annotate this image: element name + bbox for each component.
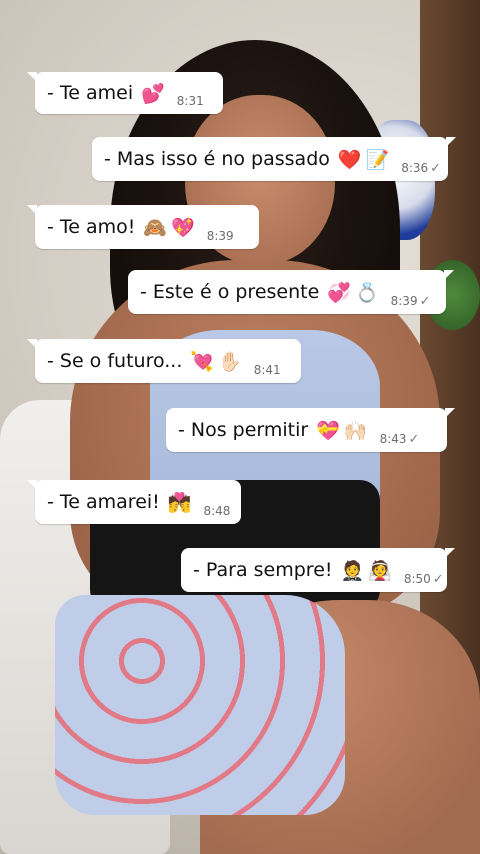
message-text: - Te amarei! bbox=[47, 491, 160, 513]
message-bubble-incoming[interactable]: - Se o futuro... 💘✋🏻 8:41 bbox=[27, 339, 301, 383]
message-text: - Nos permitir bbox=[178, 419, 309, 441]
message-text: - Este é o presente bbox=[140, 281, 320, 303]
message-time: 8:41 bbox=[253, 363, 281, 377]
check-icon: ✓ bbox=[432, 572, 444, 587]
message-emoji: 💏 bbox=[167, 491, 196, 514]
message-text: - Se o futuro... bbox=[47, 350, 183, 372]
message-time: 8:31 bbox=[176, 94, 204, 108]
message-emoji: 💘✋🏻 bbox=[190, 350, 246, 373]
message-text: - Mas isso é no passado bbox=[104, 148, 330, 170]
message-bubble-outgoing[interactable]: - Para sempre! 🤵👰 8:50 ✓ bbox=[181, 548, 455, 592]
message-emoji: 💝🙌🏻 bbox=[316, 419, 372, 442]
message-bubble-incoming[interactable]: - Te amei 💕 8:31 bbox=[27, 72, 223, 114]
message-time: 8:39 bbox=[390, 294, 418, 308]
message-bubble-outgoing[interactable]: - Este é o presente 💞💍 8:39 ✓ bbox=[128, 270, 454, 314]
check-icon: ✓ bbox=[430, 161, 442, 176]
message-time: 8:43 bbox=[379, 432, 407, 446]
message-time: 8:36 bbox=[401, 161, 429, 175]
check-icon: ✓ bbox=[408, 432, 420, 447]
message-emoji: 🤵👰 bbox=[340, 559, 396, 582]
message-emoji: ❤️📝 bbox=[337, 148, 394, 171]
check-icon: ✓ bbox=[419, 294, 431, 309]
message-text: - Para sempre! bbox=[193, 559, 333, 581]
message-time: 8:50 bbox=[403, 572, 431, 586]
message-text: - Te amei bbox=[47, 82, 134, 104]
message-emoji: 🙈💖 bbox=[143, 216, 199, 239]
chat-screenshot: - Te amei 💕 8:31 - Mas isso é no passado… bbox=[0, 0, 480, 854]
background-dress-skirt bbox=[55, 595, 345, 815]
message-time: 8:48 bbox=[203, 504, 231, 518]
message-bubble-outgoing[interactable]: - Nos permitir 💝🙌🏻 8:43 ✓ bbox=[166, 408, 455, 452]
message-time: 8:39 bbox=[206, 229, 234, 243]
message-bubble-outgoing[interactable]: - Mas isso é no passado ❤️📝 8:36 ✓ bbox=[92, 137, 456, 181]
message-text: - Te amo! bbox=[47, 216, 136, 238]
message-bubble-incoming[interactable]: - Te amarei! 💏 8:48 bbox=[27, 480, 241, 524]
message-emoji: 💕 bbox=[141, 82, 169, 105]
message-bubble-incoming[interactable]: - Te amo! 🙈💖 8:39 bbox=[27, 205, 259, 249]
message-emoji: 💞💍 bbox=[327, 281, 383, 304]
